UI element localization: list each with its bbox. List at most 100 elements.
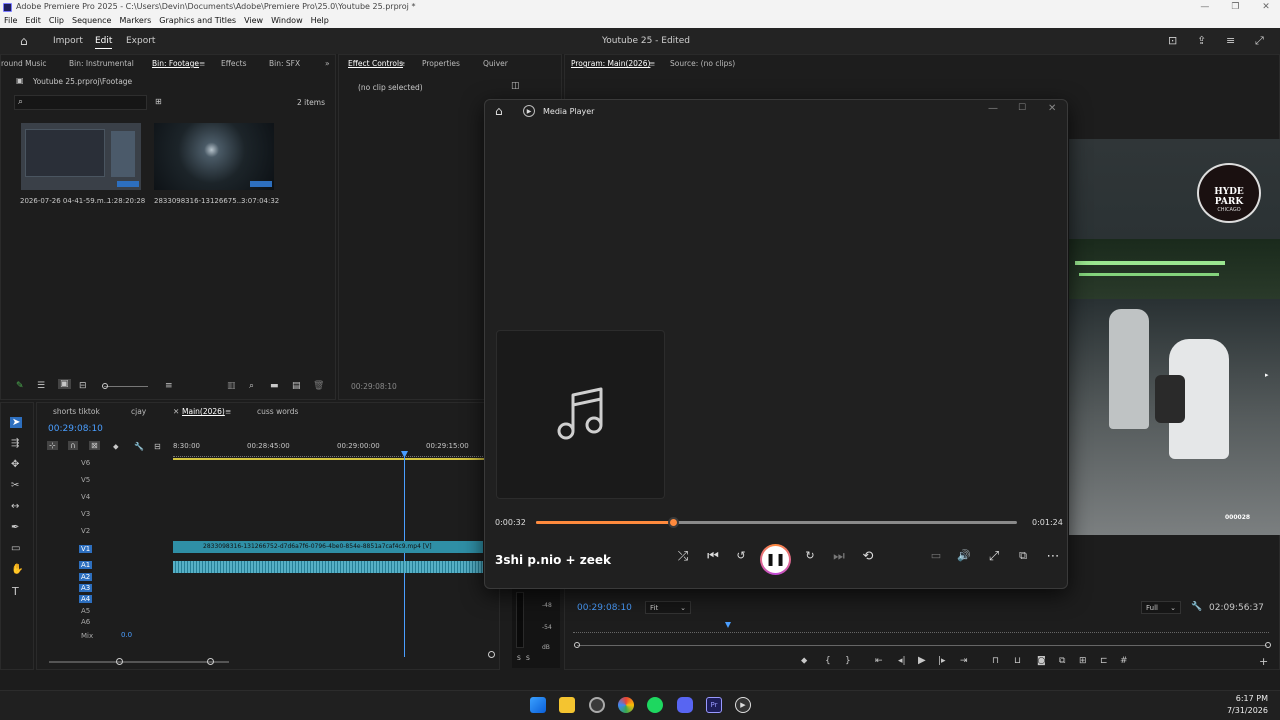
clip-thumbnail-2[interactable] (154, 123, 274, 190)
pen-tool-icon[interactable]: ✒ (11, 522, 19, 533)
home-icon[interactable]: ⌂ (20, 34, 28, 48)
track-v4-label[interactable]: V4 (81, 493, 90, 501)
timeline-settings-icon[interactable]: 🔧 (134, 442, 144, 451)
menu-file[interactable]: File (0, 14, 21, 28)
lift-icon[interactable]: ⊓ (992, 656, 999, 666)
rectangle-tool-icon[interactable]: ▭ (11, 543, 20, 554)
step-forward-icon[interactable]: |▸ (938, 656, 946, 666)
marker-icon[interactable]: ⬥ (113, 442, 119, 452)
progress-track[interactable] (536, 521, 1017, 524)
tab-menu-icon[interactable]: ≡ (649, 59, 655, 68)
chrome-icon[interactable] (618, 697, 634, 713)
zoom-slider-handle[interactable] (102, 383, 108, 389)
go-to-in-icon[interactable]: ⇤ (875, 656, 883, 666)
compact-view-icon[interactable]: ⧉ (1013, 549, 1033, 563)
windows-start-icon[interactable] (530, 697, 546, 713)
pencil-icon[interactable]: ✎ (16, 381, 24, 391)
track-a2-label[interactable]: A2 (79, 573, 93, 581)
automate-icon[interactable]: ▥ (227, 381, 236, 391)
spotify-icon[interactable] (647, 697, 663, 713)
timeline-ruler[interactable] (173, 453, 501, 457)
menu-view[interactable]: View (240, 14, 267, 28)
tab-bin-sfx[interactable]: Bin: SFX (269, 59, 300, 68)
tab-menu-icon[interactable]: ≡ (225, 407, 231, 416)
menu-edit[interactable]: Edit (21, 14, 45, 28)
multicam-icon[interactable]: ⊞ (1079, 656, 1087, 666)
captions-icon[interactable]: ⊡ (1168, 34, 1177, 47)
scroll-handle-right[interactable] (1265, 642, 1271, 648)
tab-shorts-tiktok[interactable]: shorts tiktok (53, 407, 100, 416)
tab-menu-icon[interactable]: ≡ (399, 59, 405, 68)
export-tab[interactable]: Export (126, 36, 155, 46)
tab-program[interactable]: Program: Main(2026) (571, 59, 650, 68)
track-a1-label[interactable]: A1 (79, 561, 93, 569)
mark-in-icon[interactable]: { (825, 656, 831, 666)
settings-menu-icon[interactable]: ≡ (1226, 34, 1235, 47)
share-icon[interactable]: ⇪ (1197, 34, 1206, 47)
track-v5-label[interactable]: V5 (81, 476, 90, 484)
step-back-icon[interactable]: ◂| (898, 656, 906, 666)
tab-main[interactable]: Main(2026) (182, 407, 225, 416)
home-icon[interactable]: ⌂ (495, 104, 503, 118)
mp-minimize-icon[interactable]: — (988, 103, 998, 114)
scroll-handle-left[interactable] (574, 642, 580, 648)
file-explorer-icon[interactable] (559, 697, 575, 713)
track-v2-label[interactable]: V2 (81, 527, 90, 535)
selection-tool-icon[interactable]: ➤ (10, 417, 23, 428)
snap-icon[interactable]: ∩ (68, 441, 78, 450)
extract-icon[interactable]: ⊔ (1014, 656, 1021, 666)
go-to-out-icon[interactable]: ⇥ (960, 656, 968, 666)
progress-thumb[interactable] (668, 517, 680, 528)
nest-icon[interactable]: ⊹ (47, 441, 58, 450)
premiere-taskbar-icon[interactable]: Pr (706, 697, 722, 713)
slip-tool-icon[interactable]: ↔ (11, 501, 19, 512)
menu-help[interactable]: Help (307, 14, 333, 28)
rewind-10-icon[interactable]: ↺ (731, 549, 751, 562)
grid-icon[interactable]: # (1120, 656, 1128, 666)
import-tab[interactable]: Import (53, 36, 83, 46)
find-icon[interactable]: ⌕ (249, 381, 254, 391)
captions-track-icon[interactable]: ⊟ (154, 442, 161, 451)
track-a4-label[interactable]: A4 (79, 595, 93, 603)
obs-icon[interactable] (589, 697, 605, 713)
maximize-icon[interactable]: ❐ (1221, 0, 1249, 14)
type-tool-icon[interactable]: T (12, 585, 19, 598)
v1-clip[interactable]: 2833098316-131266752-d7d6a7f6-0796-4be0-… (173, 541, 483, 553)
timeline-zoom-bar[interactable] (49, 661, 229, 663)
close-icon[interactable]: ✕ (1252, 0, 1280, 14)
play-icon[interactable]: ▶ (918, 655, 926, 666)
list-view-icon[interactable]: ☰ (37, 381, 45, 391)
forward-30-icon[interactable]: ↻ (800, 549, 820, 562)
previous-icon[interactable]: ⏮ (703, 549, 723, 564)
add-button-icon[interactable]: + (1259, 655, 1268, 668)
trash-icon[interactable]: 🗑 (313, 381, 324, 391)
program-scroll-bar[interactable] (577, 645, 1267, 646)
next-arrow-icon[interactable]: ▸ (1265, 371, 1269, 379)
shuffle-icon[interactable]: ⤮ (673, 549, 693, 564)
track-a6-label[interactable]: A6 (81, 618, 90, 626)
track-v1-label[interactable]: V1 (79, 545, 93, 553)
new-folder-icon[interactable]: ▬ (270, 381, 279, 391)
tab-effects[interactable]: Effects (221, 59, 247, 68)
linked-selection-icon[interactable]: ⊠ (89, 441, 100, 450)
ripple-edit-icon[interactable]: ✥ (11, 459, 19, 470)
razor-icon[interactable]: ✂ (11, 480, 19, 491)
mark-out-icon[interactable]: } (845, 656, 851, 666)
program-timecode[interactable]: 00:29:08:10 (577, 603, 632, 613)
menu-sequence[interactable]: Sequence (68, 14, 115, 28)
zoom-slider[interactable] (104, 386, 148, 387)
solo-left[interactable]: S (517, 655, 521, 662)
menu-markers[interactable]: Markers (115, 14, 155, 28)
media-player-taskbar-icon[interactable]: ▶ (735, 697, 751, 713)
tab-effect-controls[interactable]: Effect Controls (348, 59, 403, 68)
solo-right[interactable]: S (526, 655, 530, 662)
freeform-view-icon[interactable]: ⊟ (79, 381, 87, 391)
fullscreen-icon[interactable]: ⤢ (984, 549, 1004, 564)
program-ruler[interactable] (573, 627, 1269, 633)
wrench-icon[interactable]: 🔧 (1191, 602, 1202, 612)
sort-icon[interactable]: ≡ (165, 381, 173, 391)
mp-close-icon[interactable]: ✕ (1048, 103, 1056, 114)
track-v3-label[interactable]: V3 (81, 510, 90, 518)
next-icon[interactable]: ⏭ (829, 549, 849, 564)
discord-icon[interactable] (677, 697, 693, 713)
